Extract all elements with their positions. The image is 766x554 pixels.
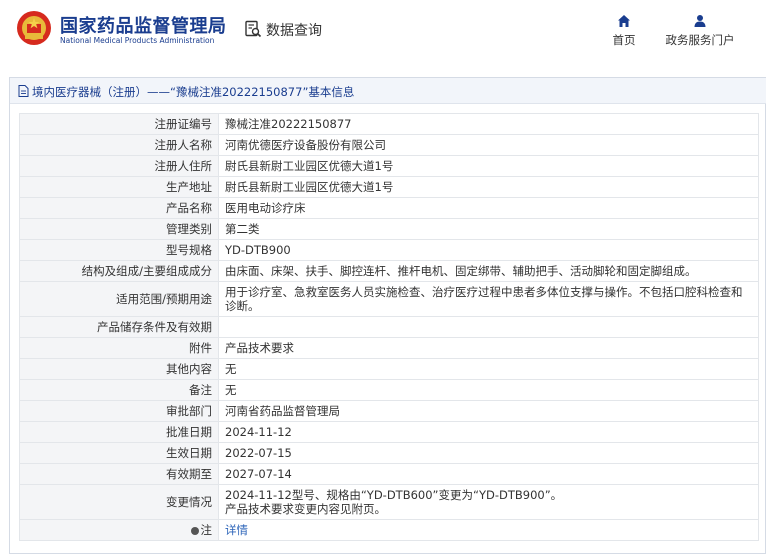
table-row: 附件 产品技术要求 — [19, 337, 759, 359]
field-value: 河南省药品监督管理局 — [218, 400, 759, 422]
nav-service-portal-label: 政务服务门户 — [665, 33, 735, 47]
field-label: 批准日期 — [19, 421, 219, 443]
field-value: YD-DTB900 — [218, 239, 759, 261]
field-label: 产品储存条件及有效期 — [19, 316, 219, 338]
table-row: 型号规格 YD-DTB900 — [19, 239, 759, 261]
panel-title: 境内医疗器械（注册）——“豫械注准20222150877”基本信息 — [32, 85, 355, 99]
field-label: 其他内容 — [19, 358, 219, 380]
field-label: 生产地址 — [19, 176, 219, 198]
field-value: 2024-11-12 — [218, 421, 759, 443]
table-row: 生产地址 尉氏县新尉工业园区优德大道1号 — [19, 176, 759, 198]
table-row: 结构及组成/主要组成成分 由床面、床架、扶手、脚控连杆、推杆电机、固定绑带、辅助… — [19, 260, 759, 282]
field-label: 适用范围/预期用途 — [19, 281, 219, 317]
field-label: 型号规格 — [19, 239, 219, 261]
table-row: 审批部门 河南省药品监督管理局 — [19, 400, 759, 422]
table-row: 产品名称 医用电动诊疗床 — [19, 197, 759, 219]
table-row: 生效日期 2022-07-15 — [19, 442, 759, 464]
home-icon — [618, 15, 630, 27]
device-info-table: 注册证编号 豫械注准20222150877 注册人名称 河南优德医疗设备股份有限… — [19, 113, 759, 541]
table-row: 注册人名称 河南优德医疗设备股份有限公司 — [19, 134, 759, 156]
table-row: 产品储存条件及有效期 — [19, 316, 759, 338]
field-value: 2022-07-15 — [218, 442, 759, 464]
data-query-link[interactable]: 数据查询 — [266, 20, 322, 40]
field-value: 豫械注准20222150877 — [218, 113, 759, 135]
field-value: 无 — [218, 358, 759, 380]
site-header: 国家药品监督管理局 National Medical Products Admi… — [0, 0, 766, 66]
table-row: 备注 无 — [19, 379, 759, 401]
field-label: 注册人住所 — [19, 155, 219, 177]
change-line-1: 2024-11-12型号、规格由“YD-DTB600”变更为“YD-DTB900… — [225, 488, 563, 502]
field-value: 由床面、床架、扶手、脚控连杆、推杆电机、固定绑带、辅助把手、活动脚轮和固定脚组成… — [218, 260, 759, 282]
info-panel: 境内医疗器械（注册）——“豫械注准20222150877”基本信息 注册证编号 … — [9, 77, 766, 554]
details-link[interactable]: 详情 — [225, 523, 248, 537]
field-value: 无 — [218, 379, 759, 401]
table-row: 有效期至 2027-07-14 — [19, 463, 759, 485]
table-row: 注册证编号 豫械注准20222150877 — [19, 113, 759, 135]
field-label: 有效期至 — [19, 463, 219, 485]
field-value: 产品技术要求 — [218, 337, 759, 359]
field-value: 河南优德医疗设备股份有限公司 — [218, 134, 759, 156]
field-value: 第二类 — [218, 218, 759, 240]
field-value: 尉氏县新尉工业园区优德大道1号 — [218, 155, 759, 177]
panel-header: 境内医疗器械（注册）——“豫械注准20222150877”基本信息 — [10, 78, 766, 104]
field-label: 生效日期 — [19, 442, 219, 464]
data-query-icon[interactable] — [244, 20, 262, 38]
user-icon — [694, 15, 706, 27]
national-emblem-icon — [17, 11, 51, 45]
field-label: 变更情况 — [19, 484, 219, 520]
nav-service-portal[interactable]: 政务服务门户 — [660, 14, 740, 48]
site-title-en: National Medical Products Administration — [60, 36, 215, 45]
table-row: 管理类别 第二类 — [19, 218, 759, 240]
table-row: 批准日期 2024-11-12 — [19, 421, 759, 443]
table-row: 变更情况 2024-11-12型号、规格由“YD-DTB600”变更为“YD-D… — [19, 484, 759, 520]
field-value: 用于诊疗室、急救室医务人员实施检查、治疗医疗过程中患者多体位支撑与操作。不包括口… — [218, 281, 759, 317]
field-label: 注册证编号 — [19, 113, 219, 135]
field-value: 2027-07-14 — [218, 463, 759, 485]
field-value: 医用电动诊疗床 — [218, 197, 759, 219]
field-label: 产品名称 — [19, 197, 219, 219]
table-row: 适用范围/预期用途 用于诊疗室、急救室医务人员实施检查、治疗医疗过程中患者多体位… — [19, 281, 759, 317]
field-value: 2024-11-12型号、规格由“YD-DTB600”变更为“YD-DTB900… — [218, 484, 759, 520]
site-title: 国家药品监督管理局 — [60, 16, 227, 37]
change-line-2: 产品技术要求变更内容见附页。 — [225, 502, 386, 516]
field-label: 注册人名称 — [19, 134, 219, 156]
nav-home[interactable]: 首页 — [604, 14, 644, 48]
pin-icon — [190, 527, 199, 535]
nav-home-label: 首页 — [612, 33, 636, 47]
field-value: 详情 — [218, 519, 759, 541]
field-label: 附件 — [19, 337, 219, 359]
field-value: 尉氏县新尉工业园区优德大道1号 — [218, 176, 759, 198]
table-row: 其他内容 无 — [19, 358, 759, 380]
table-row: 注册人住所 尉氏县新尉工业园区优德大道1号 — [19, 155, 759, 177]
field-label: 备注 — [19, 379, 219, 401]
field-label: 注 — [200, 523, 213, 537]
field-label: 审批部门 — [19, 400, 219, 422]
field-label: 结构及组成/主要组成成分 — [19, 260, 219, 282]
note-label-cell: 注 — [19, 519, 219, 541]
document-icon — [18, 85, 29, 97]
field-label: 管理类别 — [19, 218, 219, 240]
table-row: 注 详情 — [19, 519, 759, 541]
field-value — [218, 316, 759, 338]
